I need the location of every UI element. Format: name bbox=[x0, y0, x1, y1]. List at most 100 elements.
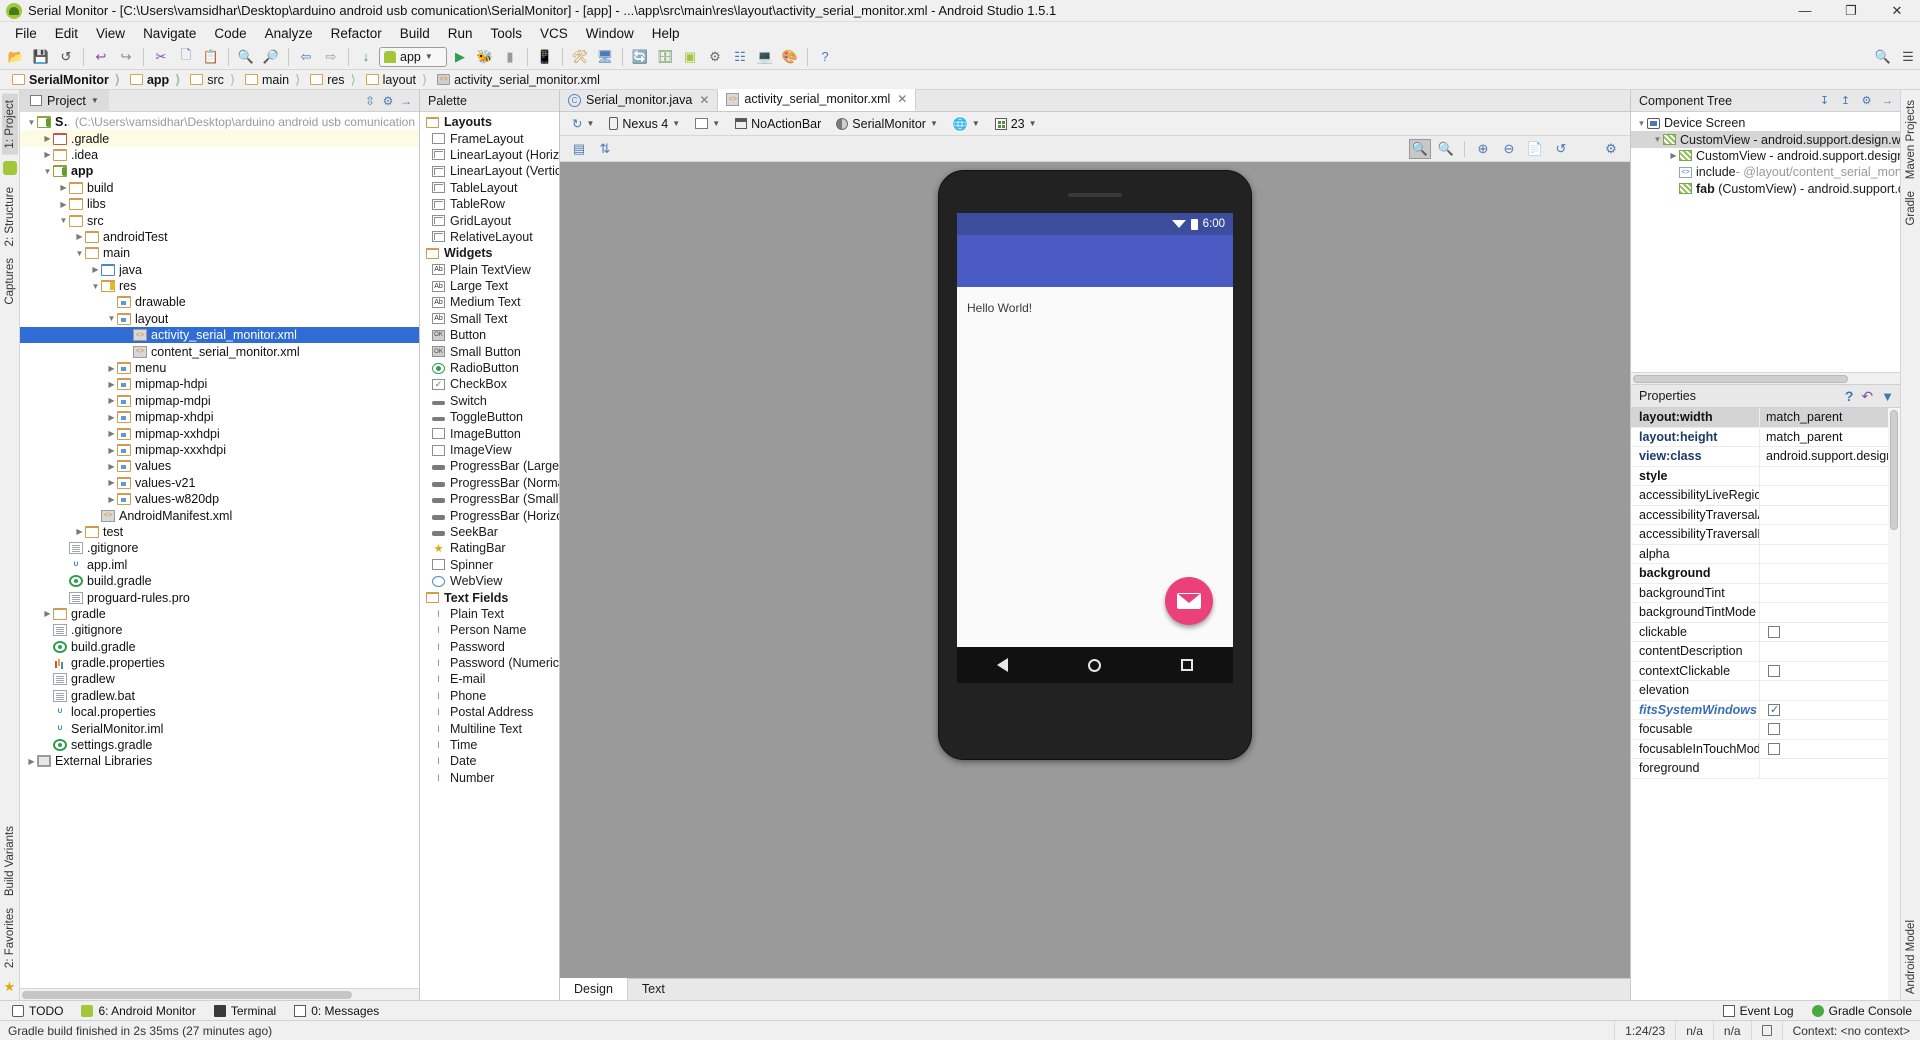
tree-expand-arrow-icon[interactable] bbox=[42, 609, 53, 618]
scrollbar-thumb[interactable] bbox=[1890, 410, 1898, 530]
layout-toggle-icon[interactable]: ☰ bbox=[1896, 46, 1920, 68]
tree-expand-arrow-icon[interactable] bbox=[1668, 151, 1679, 160]
tree-expand-arrow-icon[interactable] bbox=[74, 232, 85, 241]
bottom-window-terminal[interactable]: Terminal bbox=[206, 1002, 284, 1020]
bottom-window-messages[interactable]: 0: Messages bbox=[286, 1002, 387, 1020]
tab-design[interactable]: Design bbox=[560, 978, 628, 1000]
palette-item[interactable]: ToggleButton bbox=[420, 409, 559, 425]
coverage-icon[interactable]: ▮ bbox=[498, 46, 522, 68]
palette-item[interactable]: Small Button bbox=[420, 343, 559, 359]
tree-expand-arrow-icon[interactable] bbox=[106, 429, 117, 438]
palette-item[interactable]: GridLayout bbox=[420, 212, 559, 228]
bottom-window-gradle-console[interactable]: Gradle Console bbox=[1804, 1002, 1920, 1020]
property-checkbox[interactable] bbox=[1768, 703, 1780, 716]
palette-item[interactable]: SeekBar bbox=[420, 524, 559, 540]
editor-tab-activity-serial-monitor-xml[interactable]: activity_serial_monitor.xml ✕ bbox=[718, 89, 917, 111]
open-folder-icon[interactable]: 📂 bbox=[4, 46, 28, 68]
theme-selector[interactable]: SerialMonitor ▼ bbox=[830, 114, 944, 134]
tree-row[interactable]: External Libraries bbox=[20, 753, 419, 769]
property-row[interactable]: focusable bbox=[1631, 720, 1900, 740]
property-value[interactable] bbox=[1759, 564, 1900, 583]
component-tree-scrollbar[interactable] bbox=[1631, 372, 1900, 384]
palette-item[interactable]: Plain TextView bbox=[420, 262, 559, 278]
component-tree-row[interactable]: CustomView - android.support.design.widg… bbox=[1631, 131, 1900, 148]
property-value[interactable] bbox=[1759, 525, 1900, 544]
palette-item[interactable]: TableRow bbox=[420, 196, 559, 212]
save-all-icon[interactable]: 💾 bbox=[29, 46, 53, 68]
property-checkbox[interactable] bbox=[1768, 664, 1780, 677]
tree-row[interactable]: gradlew.bat bbox=[20, 688, 419, 704]
settings-icon[interactable]: ⚙ bbox=[1858, 92, 1875, 109]
sidebar-item-android-model[interactable]: Android Model bbox=[1903, 914, 1919, 1000]
theme-editor-icon[interactable]: 🎨 bbox=[778, 46, 802, 68]
debug-icon[interactable]: 🐝 bbox=[473, 46, 497, 68]
property-value[interactable]: match_parent bbox=[1759, 427, 1900, 446]
tree-row[interactable]: activity_serial_monitor.xml bbox=[20, 327, 419, 344]
property-row[interactable]: backgroundTintMode bbox=[1631, 603, 1900, 623]
tree-expand-arrow-icon[interactable] bbox=[106, 462, 117, 471]
palette-item[interactable]: RelativeLayout bbox=[420, 229, 559, 245]
tree-row[interactable]: menu bbox=[20, 360, 419, 376]
sdk-manager-icon[interactable]: 🛠 bbox=[568, 46, 592, 68]
palette-item[interactable]: Time bbox=[420, 737, 559, 753]
avd-icon[interactable]: ▣ bbox=[678, 46, 702, 68]
palette-item[interactable]: CheckBox bbox=[420, 376, 559, 392]
reset-icon[interactable]: ↶ bbox=[1861, 388, 1873, 405]
tree-expand-arrow-icon[interactable] bbox=[106, 314, 117, 323]
property-value[interactable] bbox=[1759, 505, 1900, 524]
palette-group-widgets[interactable]: Widgets bbox=[420, 245, 559, 261]
component-tree-row[interactable]: include - @layout/content_serial_monitor bbox=[1631, 164, 1900, 180]
orientation-button[interactable]: ↻ ▼ bbox=[566, 114, 600, 134]
palette-item[interactable]: Spinner bbox=[420, 557, 559, 573]
property-row[interactable]: layout:height match_parent bbox=[1631, 427, 1900, 447]
property-row[interactable]: backgroundTint bbox=[1631, 583, 1900, 603]
tree-row[interactable]: layout bbox=[20, 311, 419, 327]
tab-text[interactable]: Text bbox=[628, 978, 679, 1000]
palette-item[interactable]: Large Text bbox=[420, 278, 559, 294]
tree-row[interactable]: settings.gradle bbox=[20, 737, 419, 753]
tree-row[interactable]: main bbox=[20, 245, 419, 261]
tree-row[interactable]: build bbox=[20, 180, 419, 196]
compile-icon[interactable]: ↓ bbox=[354, 46, 378, 68]
filter-icon[interactable]: ▼ bbox=[1881, 389, 1894, 404]
tree-expand-arrow-icon[interactable] bbox=[90, 265, 101, 274]
api-level-selector[interactable]: 23 ▼ bbox=[989, 114, 1043, 134]
property-value[interactable] bbox=[1759, 466, 1900, 485]
tree-expand-arrow-icon[interactable] bbox=[1636, 119, 1647, 128]
property-value[interactable] bbox=[1759, 700, 1900, 719]
tree-row[interactable]: test bbox=[20, 524, 419, 540]
sync-icon[interactable]: ↺ bbox=[54, 46, 78, 68]
screenshot-icon[interactable]: 📄 bbox=[1524, 139, 1546, 159]
property-row[interactable]: contentDescription bbox=[1631, 642, 1900, 662]
tree-expand-arrow-icon[interactable] bbox=[106, 364, 117, 373]
scrollbar-thumb[interactable] bbox=[1633, 375, 1848, 383]
palette-item[interactable]: ImageButton bbox=[420, 425, 559, 441]
tree-row[interactable]: build.gradle bbox=[20, 639, 419, 655]
palette-item[interactable]: Phone bbox=[420, 688, 559, 704]
run-configuration-selector[interactable]: app ▼ bbox=[379, 46, 447, 67]
tree-expand-arrow-icon[interactable] bbox=[42, 134, 53, 143]
menu-vcs[interactable]: VCS bbox=[531, 24, 577, 43]
property-value[interactable] bbox=[1759, 720, 1900, 739]
close-button[interactable]: ✕ bbox=[1874, 0, 1920, 22]
caret-position[interactable]: 1:24/23 bbox=[1614, 1020, 1675, 1040]
cut-icon[interactable]: ✂ bbox=[149, 46, 173, 68]
tree-row[interactable]: mipmap-xhdpi bbox=[20, 409, 419, 425]
tree-row[interactable]: SerialMonitor.iml bbox=[20, 720, 419, 736]
tree-expand-arrow-icon[interactable] bbox=[106, 380, 117, 389]
zoom-fit-icon[interactable]: 🔍 bbox=[1409, 138, 1431, 159]
encoding[interactable]: n/a bbox=[1712, 1020, 1751, 1040]
layout-capture-icon[interactable]: ☷ bbox=[728, 46, 752, 68]
property-value[interactable] bbox=[1759, 544, 1900, 563]
project-structure-icon[interactable]: 🗄 bbox=[653, 46, 677, 68]
breadcrumb-item-res[interactable]: res ⟩ bbox=[306, 72, 361, 88]
palette-list[interactable]: LayoutsFrameLayoutLinearLayout (Horizont… bbox=[420, 112, 559, 1000]
palette-group-layouts[interactable]: Layouts bbox=[420, 114, 559, 130]
sidebar-item-favorites[interactable]: 2: Favorites bbox=[2, 902, 18, 974]
paste-icon[interactable]: 📋 bbox=[199, 46, 223, 68]
sidebar-item-structure[interactable]: 2: Structure bbox=[2, 181, 18, 252]
property-value[interactable] bbox=[1759, 681, 1900, 700]
property-row[interactable]: background bbox=[1631, 564, 1900, 584]
palette-item[interactable]: Date bbox=[420, 753, 559, 769]
monitor-icon[interactable]: 💻 bbox=[753, 46, 777, 68]
